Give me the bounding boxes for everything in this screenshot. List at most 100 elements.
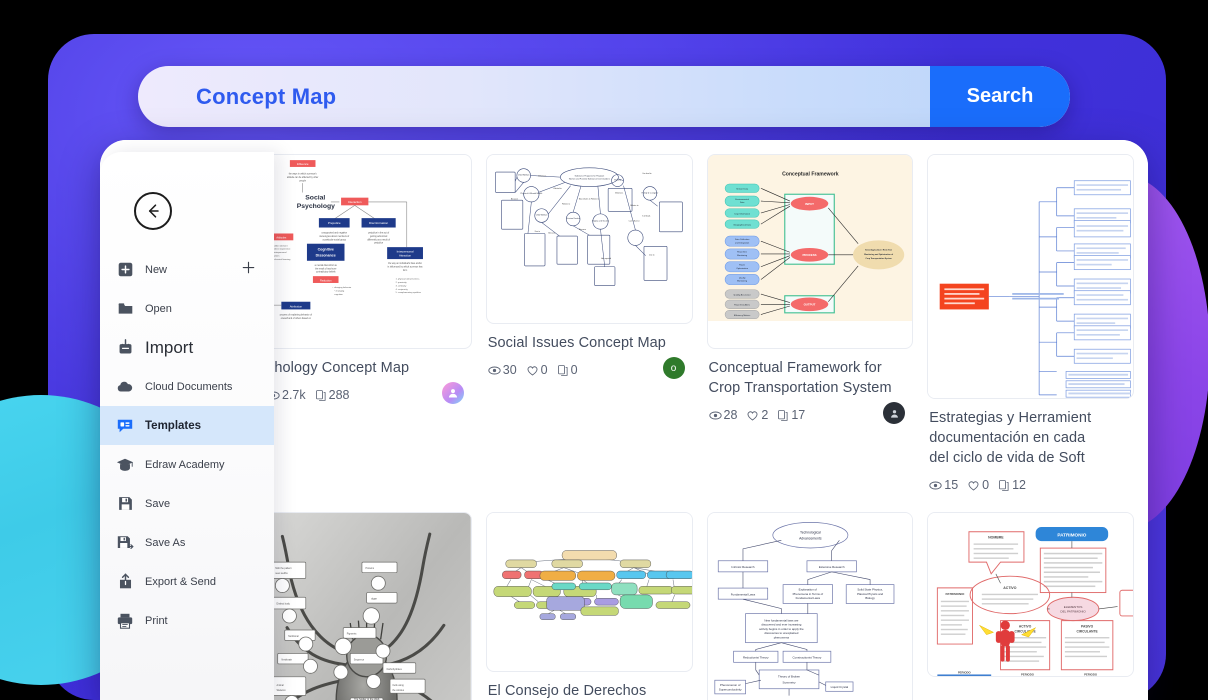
svg-text:Physical & Mental Health: Physical & Mental Health — [520, 192, 542, 195]
svg-text:Crop Information: Crop Information — [734, 212, 751, 215]
svg-text:Can lead to: Can lead to — [642, 172, 651, 175]
likes-count: 0 — [982, 478, 990, 492]
diagram-social-issues: Substance Programs for Pregnant Women an… — [486, 155, 692, 301]
template-thumbnail-social-issues[interactable]: Substance Programs for Pregnant Women an… — [485, 154, 693, 324]
sidebar-item-new[interactable]: New — [100, 250, 274, 289]
diagram-broken-symmetry: Technological Advancements Intrinsic Res… — [707, 513, 913, 697]
svg-text:Liquid Crystal: Liquid Crystal — [830, 685, 848, 689]
eye-icon — [929, 481, 942, 489]
save-as-icon — [116, 534, 134, 552]
template-card[interactable]: El Consejo de Derechos Humanos de las Na… — [485, 512, 693, 700]
template-card[interactable]: Mob the pattern sees webbs Distinct body … — [265, 512, 472, 700]
template-thumbnail-spider[interactable]: Mob the pattern sees webbs Distinct body … — [265, 512, 472, 700]
eye-icon — [708, 411, 722, 419]
plus-icon[interactable] — [241, 260, 256, 280]
template-thumbnail-social-psychology[interactable]: Influence the ways in which a person's a… — [265, 154, 472, 349]
heart-icon — [968, 480, 979, 491]
template-thumbnail-derechos-humanos[interactable] — [485, 512, 693, 672]
svg-text:NOMBRE: NOMBRE — [988, 536, 1004, 540]
svg-text:It all leads: It all leads — [642, 214, 650, 217]
svg-text:PATRIMONIO: PATRIMONIO — [1058, 532, 1087, 537]
svg-text:ELEMENTOS: ELEMENTOS — [1064, 605, 1083, 609]
avatar[interactable]: o — [662, 357, 685, 379]
svg-text:• classical learning: • classical learning — [273, 258, 291, 261]
svg-text:Interpersonal: Interpersonal — [397, 249, 414, 253]
svg-text:process of explaining behavior: process of explaining behavior of — [280, 314, 313, 316]
svg-text:Influences: Influences — [615, 192, 623, 194]
template-thumbnail-conceptual-framework[interactable]: Conceptual Framework INPUT PROCESS OUTPU… — [706, 154, 914, 349]
svg-text:Fundamental Laws: Fundamental Laws — [730, 592, 755, 596]
svg-text:Vertebrate: Vertebrate — [281, 658, 292, 661]
diagram-social-psychology: Influence the ways in which a person's a… — [266, 155, 471, 322]
svg-text:cognition: cognition — [334, 293, 343, 296]
person-icon — [448, 389, 457, 398]
template-thumbnail-estrategias[interactable] — [927, 154, 1134, 399]
template-title-line2: documentación en cada — [929, 430, 1086, 446]
import-icon — [116, 339, 134, 357]
svg-text:ACTIVO: ACTIVO — [1019, 625, 1032, 629]
template-card[interactable]: Estrategias y Herramient documentación e… — [927, 154, 1134, 502]
sidebar-item-cloud-documents[interactable]: Cloud Documents — [100, 367, 274, 406]
template-card[interactable]: PATRIMONIO ELEMENTOS DEL PATRIMONIO NOMB… — [927, 512, 1134, 700]
avatar[interactable] — [441, 382, 464, 404]
svg-text:Sequence: Sequence — [354, 659, 365, 661]
template-thumbnail-broken-symmetry[interactable]: Technological Advancements Intrinsic Res… — [706, 512, 914, 700]
diagram-conceptual-framework: Conceptual Framework INPUT PROCESS OUTPU… — [707, 155, 913, 322]
copies-stat: 288 — [315, 388, 350, 402]
views-count: 28 — [723, 408, 738, 422]
sidebar-item-edraw-academy[interactable]: Edraw Academy — [100, 445, 274, 484]
sidebar-item-print[interactable]: Print — [100, 601, 274, 640]
svg-text:and Integration: and Integration — [735, 241, 750, 244]
svg-text:Smart Agriculture: Real-Time: Smart Agriculture: Real-Time — [865, 249, 893, 252]
svg-text:discoveries to unexplained: discoveries to unexplained — [764, 631, 798, 635]
svg-text:Dissonance: Dissonance — [316, 254, 336, 258]
sidebar-item-save[interactable]: Save — [100, 484, 274, 523]
template-card[interactable]: Technological Advancements Intrinsic Res… — [706, 512, 914, 700]
template-card[interactable]: Influence the ways in which a person's a… — [265, 154, 472, 502]
svg-text:Women and Parental Substance U: Women and Parental Substance Use Disorde… — [569, 178, 610, 181]
search-button[interactable]: Search — [930, 66, 1070, 127]
sidebar-item-label: Open — [145, 302, 172, 315]
sidebar-item-label: Print — [145, 614, 168, 627]
template-card[interactable]: Substance Programs for Pregnant Women an… — [485, 154, 693, 502]
svg-text:Monitoring: Monitoring — [737, 280, 748, 283]
sidebar-item-import[interactable]: Import — [100, 328, 274, 367]
sidebar-item-templates[interactable]: Templates — [100, 406, 274, 445]
svg-text:Extensive Research: Extensive Research — [818, 565, 844, 569]
copy-icon — [315, 389, 326, 401]
template-title-line3: del ciclo de vida de Soft — [929, 450, 1085, 466]
sidebar-item-label: Save As — [145, 536, 186, 549]
svg-text:PROCESS: PROCESS — [802, 253, 816, 257]
template-thumbnail-patrimonio[interactable]: PATRIMONIO ELEMENTOS DEL PATRIMONIO NOMB… — [927, 512, 1134, 677]
views-count: 2.7k — [282, 388, 306, 402]
back-button[interactable] — [134, 192, 172, 230]
template-title: Social Issues Concept Map — [487, 335, 666, 351]
arrow-left-icon — [148, 204, 159, 218]
svg-text:Route: Route — [739, 263, 745, 266]
sidebar-item-open[interactable]: Open — [100, 289, 274, 328]
svg-text:Efficiency Metrics: Efficiency Metrics — [733, 314, 750, 317]
svg-text:Related to: Related to — [553, 187, 561, 190]
svg-text:the way an individual's likes: the way an individual's likes and/or — [388, 262, 422, 265]
avatar[interactable] — [883, 402, 906, 424]
sidebar-item-export-send[interactable]: Export & Send — [100, 562, 274, 601]
template-card[interactable]: Conceptual Framework INPUT PROCESS OUTPU… — [706, 154, 914, 502]
search-input[interactable] — [196, 83, 930, 110]
svg-text:2. proximity: 2. proximity — [396, 281, 408, 284]
sidebar-item-save-as[interactable]: Save As — [100, 523, 274, 562]
svg-text:Nutritional: Nutritional — [288, 635, 299, 638]
svg-text:is influenced by which a perso: is influenced by which a person has — [388, 267, 424, 269]
copies-stat: 12 — [998, 478, 1026, 492]
svg-text:Stigma and Society: Stigma and Society — [592, 220, 609, 223]
heart-icon — [747, 410, 758, 421]
svg-text:Solid State Physics,: Solid State Physics, — [857, 588, 883, 592]
eye-icon — [488, 366, 501, 374]
svg-text:Superconductivity: Superconductivity — [718, 687, 741, 691]
likes-stat: 0 — [967, 478, 989, 492]
svg-text:Quality Assurance: Quality Assurance — [733, 293, 751, 296]
sidebar-item-label: Templates — [145, 419, 202, 432]
svg-text:Optimization: Optimization — [736, 267, 749, 270]
svg-text:activity begins in order to ap: activity begins in order to apply the — [759, 627, 804, 631]
svg-text:form: form — [403, 270, 408, 272]
svg-text:Because: Because — [548, 232, 555, 234]
